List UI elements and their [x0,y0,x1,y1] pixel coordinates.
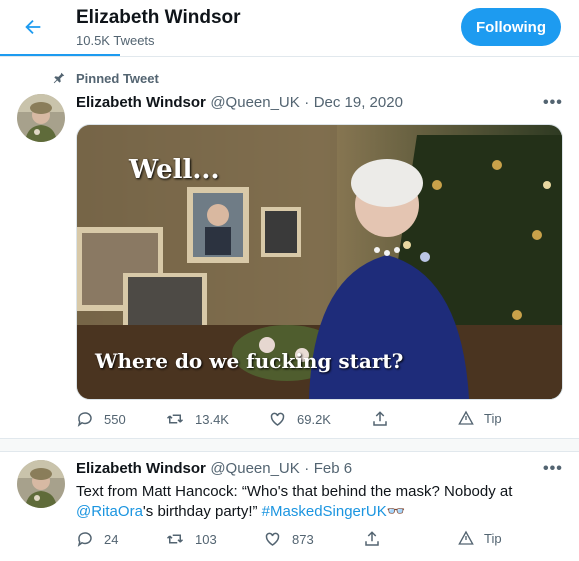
hashtag-link[interactable]: #MaskedSingerUK [262,503,387,520]
tip-button[interactable]: Tip [458,410,502,426]
reply-icon [77,412,92,427]
author-handle[interactable]: @Queen_UK [210,460,299,477]
like-count: 873 [292,531,314,547]
tip-label: Tip [484,410,502,426]
tweet-media[interactable]: Well... Where do we fucking start? [76,124,563,400]
share-button[interactable] [371,410,399,428]
tweet-author-line: Elizabeth Windsor @Queen_UK · Feb 6 [76,460,352,478]
retweet-button[interactable]: 13.4K [165,410,229,428]
media-caption-top: Well... [129,155,220,185]
divider [0,56,579,57]
like-button[interactable]: 69.2K [268,410,331,428]
retweet-icon [166,534,184,544]
pinned-tweet-label: Pinned Tweet [76,71,159,86]
tweet-text-part: Text from Matt Hancock: “Who's that behi… [76,483,513,500]
tweet-text-part: 's birthday party!” [142,503,262,520]
tweet-count: 10.5K Tweets [76,33,155,48]
pin-indicator [52,71,66,85]
arrow-left-icon [25,19,41,35]
heart-icon [265,532,280,546]
back-button[interactable] [20,14,46,40]
reply-button[interactable]: 24 [76,530,118,548]
reply-icon [77,532,92,547]
separator-dot: · [304,94,310,111]
tweet-author-line: Elizabeth Windsor @Queen_UK · Dec 19, 20… [76,94,403,112]
pin-icon [53,72,65,84]
more-options-button[interactable]: ••• [543,94,563,112]
tip-label: Tip [484,530,502,546]
author-handle[interactable]: @Queen_UK [210,94,299,111]
tweet-text: Text from Matt Hancock: “Who's that behi… [76,482,546,522]
retweet-count: 13.4K [195,411,229,427]
reply-button[interactable]: 550 [76,410,126,428]
media-caption-bottom: Where do we fucking start? [95,349,404,373]
tip-icon [458,530,474,545]
following-button[interactable]: Following [461,8,561,46]
reply-count: 550 [104,411,126,427]
profile-header: Elizabeth Windsor 10.5K Tweets Following [0,0,579,57]
avatar[interactable] [17,460,65,508]
reply-count: 24 [104,531,119,547]
avatar[interactable] [17,94,65,142]
heart-icon [270,412,285,426]
tweet-divider [0,438,579,452]
avatar-image [17,460,65,508]
separator-dot: · [304,460,310,477]
tweet-date[interactable]: Dec 19, 2020 [314,94,403,111]
author-name[interactable]: Elizabeth Windsor [76,460,206,477]
retweet-button[interactable]: 103 [165,530,217,548]
more-options-button[interactable]: ••• [543,460,563,478]
mention-link[interactable]: @RitaOra [76,503,143,520]
like-count: 69.2K [297,411,331,427]
author-name[interactable]: Elizabeth Windsor [76,94,206,111]
tip-icon [458,410,474,425]
share-button[interactable] [363,530,391,548]
tip-button[interactable]: Tip [458,530,502,546]
profile-name: Elizabeth Windsor [76,7,241,28]
like-button[interactable]: 873 [263,530,314,548]
share-icon [373,411,387,426]
share-icon [365,531,379,546]
retweet-count: 103 [195,531,217,547]
avatar-image [17,94,65,142]
mask-emoji: 👓 [386,503,406,520]
tweet-date[interactable]: Feb 6 [314,460,352,477]
retweet-icon [166,414,184,424]
